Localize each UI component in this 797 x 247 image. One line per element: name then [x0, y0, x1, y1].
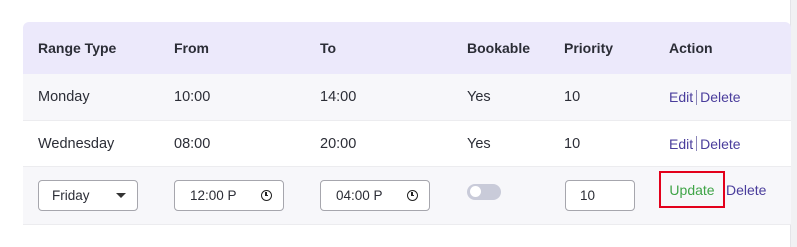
priority-cell: 10: [564, 135, 581, 152]
chevron-down-icon: [116, 193, 126, 198]
to-time-value: 04:00 P: [336, 188, 383, 203]
range-type-cell: Wednesday: [38, 135, 115, 152]
to-cell: 20:00: [320, 135, 357, 152]
table-row: Monday 10:00 14:00 Yes 10 Edit Delete: [23, 74, 791, 121]
update-highlight: Update: [659, 171, 725, 208]
edit-row: Friday 12:00 P 04:00 P 10 Update Delete: [23, 167, 791, 225]
from-cell: 10:00: [174, 89, 211, 105]
to-cell: 14:00: [320, 89, 357, 105]
range-type-select[interactable]: Friday: [38, 180, 138, 211]
update-link[interactable]: Update: [669, 182, 714, 198]
range-type-value: Friday: [52, 188, 90, 203]
range-type-cell: Monday: [38, 89, 90, 105]
col-bookable: Bookable: [467, 40, 531, 56]
action-divider: [696, 136, 698, 151]
action-cell: Edit Delete: [669, 121, 741, 166]
clock-icon[interactable]: [261, 190, 272, 201]
priority-input[interactable]: 10: [565, 180, 635, 211]
col-to: To: [320, 40, 337, 56]
action-cell: Edit Delete: [669, 74, 741, 120]
priority-value: 10: [580, 188, 596, 203]
delete-link[interactable]: Delete: [726, 167, 766, 212]
col-from: From: [174, 40, 209, 56]
bookable-toggle[interactable]: [467, 183, 501, 200]
bookable-cell: Yes: [467, 135, 491, 152]
table-row: Wednesday 08:00 20:00 Yes 10 Edit Delete: [23, 121, 791, 167]
toggle-knob: [470, 186, 481, 197]
availability-panel: Range Type From To Bookable Priority Act…: [0, 0, 791, 247]
delete-link[interactable]: Delete: [700, 89, 740, 105]
from-cell: 08:00: [174, 135, 211, 152]
action-divider: [696, 89, 698, 105]
priority-cell: 10: [564, 89, 581, 105]
to-time-input[interactable]: 04:00 P: [320, 180, 430, 211]
from-time-value: 12:00 P: [190, 188, 237, 203]
delete-link[interactable]: Delete: [700, 136, 740, 152]
col-priority: Priority: [564, 40, 614, 56]
bookable-cell: Yes: [467, 89, 491, 105]
from-time-input[interactable]: 12:00 P: [174, 180, 284, 211]
clock-icon[interactable]: [407, 190, 418, 201]
edit-link[interactable]: Edit: [669, 89, 693, 105]
edit-link[interactable]: Edit: [669, 136, 693, 152]
col-range-type: Range Type: [38, 40, 117, 56]
col-action: Action: [669, 40, 713, 56]
table-header: Range Type From To Bookable Priority Act…: [23, 22, 791, 74]
